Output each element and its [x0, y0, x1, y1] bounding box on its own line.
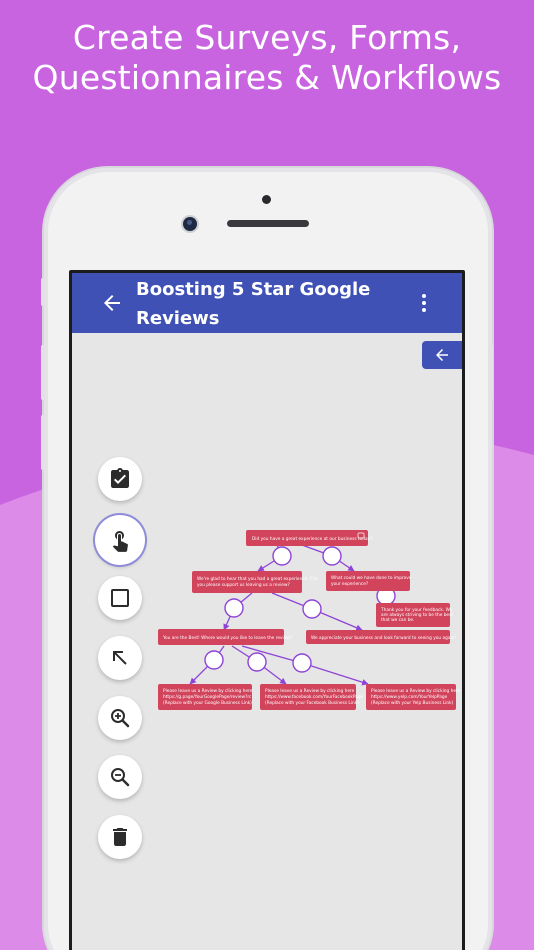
connector-handle [272, 546, 292, 566]
node-text: Please leave us a Review by clicking her… [265, 688, 355, 694]
connector-handles[interactable] [204, 546, 396, 673]
node-text: (Replace with your Google Business Link) [163, 700, 252, 706]
connector-handle [224, 598, 244, 618]
flow-node-no[interactable]: What could we have done to improve your … [326, 571, 412, 591]
node-text: Please leave us a Review by clicking her… [163, 688, 253, 694]
phone-volume-up-button [41, 345, 46, 400]
connector-handle [247, 652, 267, 672]
flow-node-google[interactable]: Please leave us a Review by clicking her… [158, 684, 253, 710]
app-screen: Boosting 5 Star Google Reviews Did you h… [72, 273, 462, 950]
node-text: https://www.yelp.com/YourYelpPage [371, 694, 448, 700]
node-text: your experience? [331, 581, 368, 587]
node-text: that we can be. [381, 617, 414, 623]
node-text: you please support us leaving us a revie… [197, 582, 290, 588]
phone-sensor [262, 195, 271, 204]
node-text: (Replace with your Yelp Business Link) [371, 700, 454, 706]
node-text: We're glad to hear that you had a great … [197, 576, 319, 582]
flow-node-appreciate[interactable]: We appreciate your business and look for… [306, 630, 456, 644]
headline: Create Surveys, Forms, Questionnaires & … [0, 18, 534, 98]
node-text: Please leave us a Review by clicking her… [371, 688, 461, 694]
connector-handle [204, 650, 224, 670]
phone-speaker [227, 220, 309, 227]
flow-node-yelp[interactable]: Please leave us a Review by clicking her… [366, 684, 461, 710]
node-text: (Replace with your Facebook Business Lin… [265, 700, 359, 706]
phone-camera [183, 217, 197, 231]
flow-diagram[interactable]: Did you have a great experience at our b… [72, 273, 462, 950]
node-text: What could we have done to improve [331, 575, 412, 581]
connector-handle [292, 653, 312, 673]
node-text: You are the Best! Where would you like t… [162, 635, 292, 641]
node-text: Did you have a great experience at our b… [252, 536, 372, 542]
node-text: We appreciate your business and look for… [311, 635, 456, 641]
connector-handle [322, 546, 342, 566]
phone-volume-down-button [41, 415, 46, 470]
flow-node-q1[interactable]: Did you have a great experience at our b… [246, 530, 372, 546]
flow-node-facebook[interactable]: Please leave us a Review by clicking her… [260, 684, 364, 710]
flow-node-where[interactable]: You are the Best! Where would you like t… [158, 629, 292, 645]
flow-node-yes[interactable]: We're glad to hear that you had a great … [192, 571, 319, 593]
flow-node-thanks[interactable]: Thank you for your feedback. We are alwa… [376, 603, 453, 627]
node-text: https://www.facebook.com/YourFacebookPag… [265, 694, 364, 700]
node-text: https://g.page/YourGooglePage/review?rc [163, 694, 252, 700]
phone-side-button [41, 278, 46, 306]
headline-line-2: Questionnaires & Workflows [32, 58, 502, 97]
phone-power-button [488, 345, 493, 400]
connector-handle [302, 599, 322, 619]
headline-line-1: Create Surveys, Forms, [72, 18, 462, 57]
